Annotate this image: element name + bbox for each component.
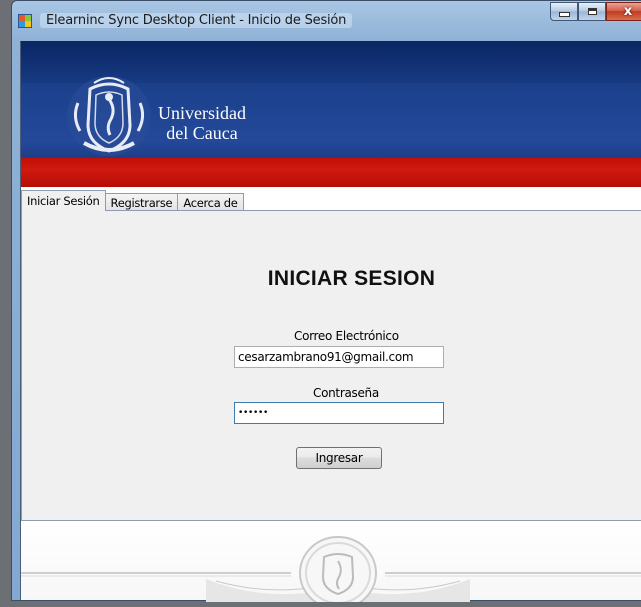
university-name-line1: Universidad (158, 103, 246, 123)
banner-red-stripe (21, 158, 641, 187)
minimize-button[interactable] (550, 2, 578, 21)
window-title: Elearninc Sync Desktop Client - Inicio d… (40, 13, 353, 28)
application-window: Elearninc Sync Desktop Client - Inicio d… (11, 0, 641, 607)
tab-registrarse[interactable]: Registrarse (104, 193, 179, 211)
tab-acerca-de[interactable]: Acerca de (177, 193, 244, 211)
email-label: Correo Electrónico (294, 329, 399, 343)
tab-strip: Iniciar Sesión Registrarse Acerca de (21, 189, 641, 211)
caption-buttons: x (550, 2, 641, 22)
password-field[interactable]: •••••• (234, 402, 444, 424)
footer-crest-icon (21, 536, 641, 607)
ingresar-button[interactable]: Ingresar (296, 447, 382, 469)
maximize-button[interactable] (578, 2, 606, 21)
university-crest-icon (67, 76, 151, 156)
login-heading: INICIAR SESION (267, 267, 436, 290)
title-bar[interactable]: Elearninc Sync Desktop Client - Inicio d… (12, 1, 641, 41)
password-label: Contraseña (313, 386, 379, 400)
maximize-icon (587, 8, 597, 15)
app-icon[interactable] (18, 14, 32, 28)
tab-iniciar-sesion[interactable]: Iniciar Sesión (21, 190, 106, 211)
university-name-line2: del Cauca (166, 123, 238, 143)
close-button[interactable]: x (606, 2, 641, 21)
login-tab-page: INICIAR SESION Correo Electrónico cesarz… (21, 210, 641, 521)
email-field[interactable]: cesarzambrano91@gmail.com (234, 346, 444, 368)
footer (21, 521, 641, 607)
minimize-icon (558, 12, 570, 17)
client-area: Universidad del Cauca Iniciar Sesión Reg… (20, 41, 641, 607)
university-name: Universidad del Cauca (158, 103, 246, 143)
close-icon: x (623, 4, 633, 19)
university-banner: Universidad del Cauca (21, 41, 641, 187)
